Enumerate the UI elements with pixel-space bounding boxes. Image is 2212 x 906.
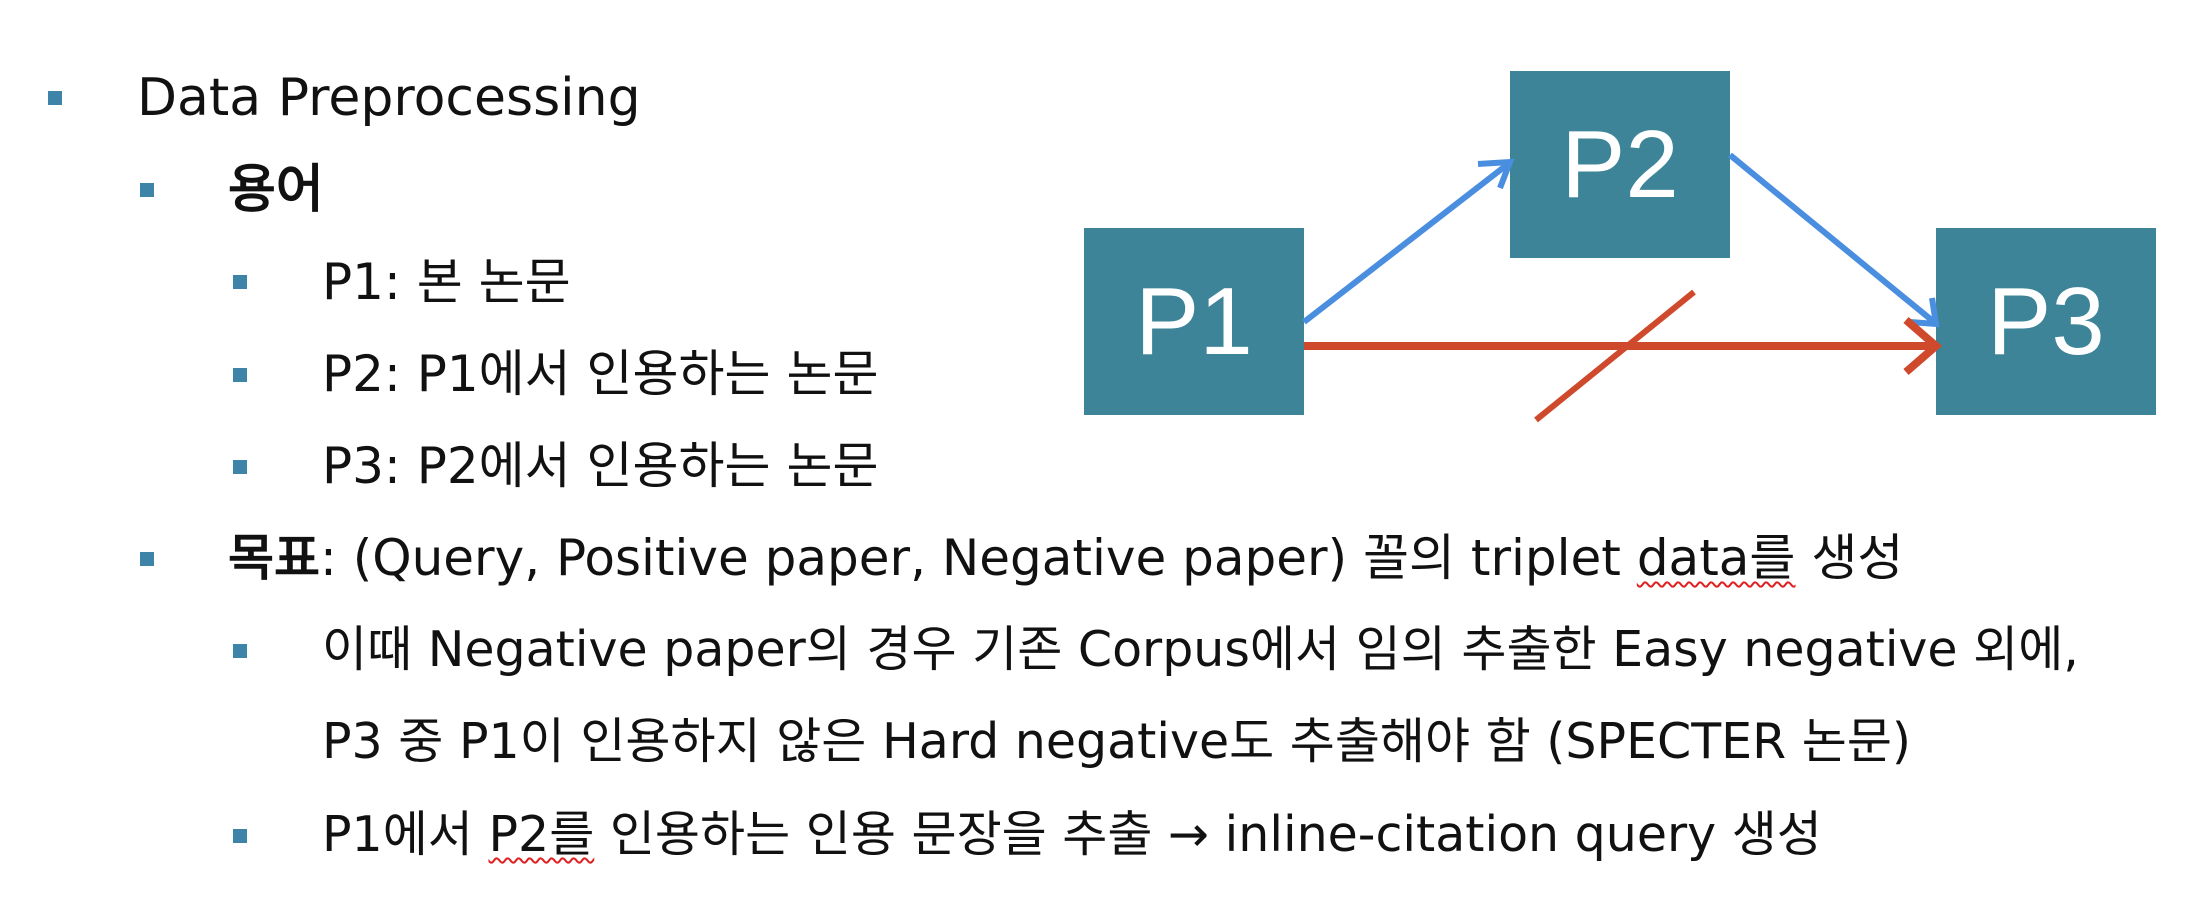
strike-mark [1534, 289, 1696, 423]
arrow-p2-to-p3 [1728, 152, 1936, 325]
citation-diagram [1302, 152, 1943, 423]
arrow-p1-to-p2 [1302, 161, 1510, 325]
